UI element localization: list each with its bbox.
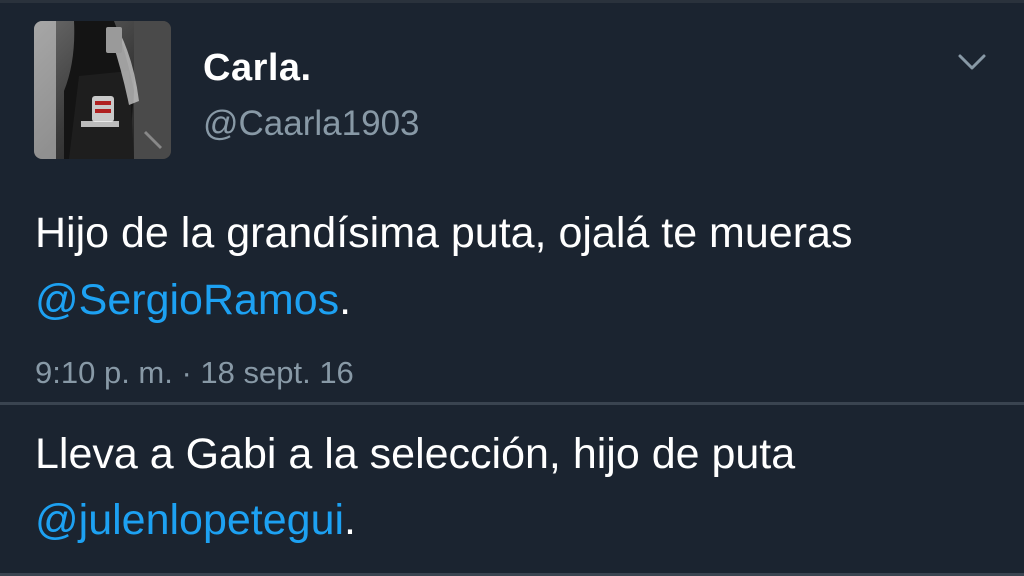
reply-tweet-text[interactable]: Lleva a Gabi a la selección, hijo de put… (35, 421, 995, 553)
avatar[interactable] (34, 21, 171, 159)
chevron-down-icon[interactable] (955, 47, 989, 77)
mention-link[interactable]: @julenlopetegui (35, 496, 344, 544)
divider (0, 402, 1024, 405)
author-name[interactable]: Carla. (203, 46, 312, 90)
tweet-text-content: Hijo de la grandísima puta, ojalá te mue… (35, 209, 853, 257)
avatar-photo (34, 21, 171, 159)
reply-text-end: . (344, 496, 356, 544)
tweet-screenshot: Carla. @Caarla1903 Hijo de la grandísima… (0, 0, 1024, 576)
tweet-timestamp[interactable]: 9:10 p. m. · 18 sept. 16 (35, 353, 354, 393)
tweet-card[interactable]: Carla. @Caarla1903 Hijo de la grandísima… (0, 3, 1024, 402)
mention-link[interactable]: @SergioRamos (35, 276, 339, 324)
tweet-text-end: . (339, 276, 352, 324)
reply-text-content: Lleva a Gabi a la selección, hijo de put… (35, 430, 796, 478)
author-handle[interactable]: @Caarla1903 (203, 103, 420, 145)
tweet-text: Hijo de la grandísima puta, ojalá te mue… (35, 200, 995, 334)
